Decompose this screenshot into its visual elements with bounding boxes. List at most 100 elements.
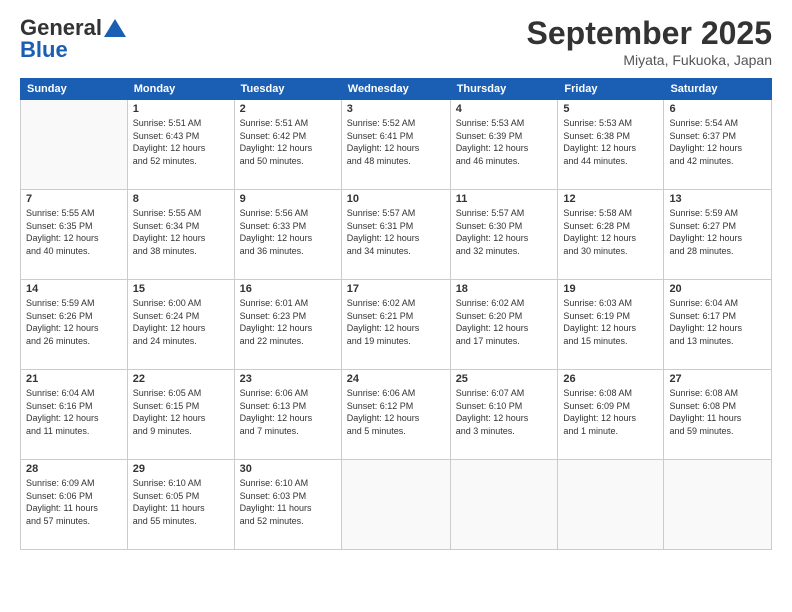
day-number: 9 <box>240 193 336 205</box>
table-cell: 7 Sunrise: 5:55 AM Sunset: 6:35 PM Daylig… <box>21 190 128 280</box>
day-info: Sunrise: 5:54 AM Sunset: 6:37 PM Dayligh… <box>669 117 766 167</box>
day-info: Sunrise: 5:59 AM Sunset: 6:26 PM Dayligh… <box>26 297 122 347</box>
day-info: Sunrise: 5:55 AM Sunset: 6:35 PM Dayligh… <box>26 207 122 257</box>
day-info: Sunrise: 5:51 AM Sunset: 6:42 PM Dayligh… <box>240 117 336 167</box>
table-cell: 19 Sunrise: 6:03 AM Sunset: 6:19 PM Dayli… <box>558 280 664 370</box>
table-cell: 26 Sunrise: 6:08 AM Sunset: 6:09 PM Dayli… <box>558 370 664 460</box>
day-number: 17 <box>347 283 445 295</box>
table-cell: 2 Sunrise: 5:51 AM Sunset: 6:42 PM Daylig… <box>234 100 341 190</box>
logo-icon <box>104 19 126 37</box>
title-area: September 2025 Miyata, Fukuoka, Japan <box>527 15 772 68</box>
day-info: Sunrise: 6:04 AM Sunset: 6:17 PM Dayligh… <box>669 297 766 347</box>
day-info: Sunrise: 6:00 AM Sunset: 6:24 PM Dayligh… <box>133 297 229 347</box>
day-number: 15 <box>133 283 229 295</box>
day-number: 1 <box>133 103 229 115</box>
day-info: Sunrise: 6:10 AM Sunset: 6:05 PM Dayligh… <box>133 477 229 527</box>
table-cell <box>341 460 450 550</box>
location: Miyata, Fukuoka, Japan <box>527 52 772 68</box>
table-cell: 15 Sunrise: 6:00 AM Sunset: 6:24 PM Dayli… <box>127 280 234 370</box>
day-number: 16 <box>240 283 336 295</box>
day-info: Sunrise: 6:03 AM Sunset: 6:19 PM Dayligh… <box>563 297 658 347</box>
day-info: Sunrise: 6:05 AM Sunset: 6:15 PM Dayligh… <box>133 387 229 437</box>
day-info: Sunrise: 5:58 AM Sunset: 6:28 PM Dayligh… <box>563 207 658 257</box>
day-info: Sunrise: 6:06 AM Sunset: 6:13 PM Dayligh… <box>240 387 336 437</box>
day-info: Sunrise: 6:07 AM Sunset: 6:10 PM Dayligh… <box>456 387 553 437</box>
table-cell: 1 Sunrise: 5:51 AM Sunset: 6:43 PM Daylig… <box>127 100 234 190</box>
day-number: 8 <box>133 193 229 205</box>
table-cell: 29 Sunrise: 6:10 AM Sunset: 6:05 PM Dayli… <box>127 460 234 550</box>
week-row-4: 28 Sunrise: 6:09 AM Sunset: 6:06 PM Dayli… <box>21 460 772 550</box>
header-thursday: Thursday <box>450 79 558 100</box>
week-row-0: 1 Sunrise: 5:51 AM Sunset: 6:43 PM Daylig… <box>21 100 772 190</box>
table-cell: 30 Sunrise: 6:10 AM Sunset: 6:03 PM Dayli… <box>234 460 341 550</box>
table-cell: 6 Sunrise: 5:54 AM Sunset: 6:37 PM Daylig… <box>664 100 772 190</box>
day-number: 30 <box>240 463 336 475</box>
calendar-table: Sunday Monday Tuesday Wednesday Thursday… <box>20 78 772 550</box>
day-info: Sunrise: 6:01 AM Sunset: 6:23 PM Dayligh… <box>240 297 336 347</box>
table-cell: 21 Sunrise: 6:04 AM Sunset: 6:16 PM Dayli… <box>21 370 128 460</box>
table-cell <box>664 460 772 550</box>
table-cell: 23 Sunrise: 6:06 AM Sunset: 6:13 PM Dayli… <box>234 370 341 460</box>
table-cell: 11 Sunrise: 5:57 AM Sunset: 6:30 PM Dayli… <box>450 190 558 280</box>
day-info: Sunrise: 6:09 AM Sunset: 6:06 PM Dayligh… <box>26 477 122 527</box>
day-number: 6 <box>669 103 766 115</box>
logo: General Blue <box>20 15 126 63</box>
day-info: Sunrise: 6:08 AM Sunset: 6:08 PM Dayligh… <box>669 387 766 437</box>
day-info: Sunrise: 6:10 AM Sunset: 6:03 PM Dayligh… <box>240 477 336 527</box>
day-number: 19 <box>563 283 658 295</box>
day-number: 5 <box>563 103 658 115</box>
day-number: 24 <box>347 373 445 385</box>
table-cell: 27Sunrise: 6:08 AM Sunset: 6:08 PM Dayli… <box>664 370 772 460</box>
day-number: 21 <box>26 373 122 385</box>
day-info: Sunrise: 5:53 AM Sunset: 6:38 PM Dayligh… <box>563 117 658 167</box>
day-info: Sunrise: 5:51 AM Sunset: 6:43 PM Dayligh… <box>133 117 229 167</box>
day-info: Sunrise: 5:57 AM Sunset: 6:31 PM Dayligh… <box>347 207 445 257</box>
day-number: 28 <box>26 463 122 475</box>
table-cell: 3Sunrise: 5:52 AM Sunset: 6:41 PM Daylig… <box>341 100 450 190</box>
table-cell: 24 Sunrise: 6:06 AM Sunset: 6:12 PM Dayli… <box>341 370 450 460</box>
table-cell: 14 Sunrise: 5:59 AM Sunset: 6:26 PM Dayli… <box>21 280 128 370</box>
table-cell: 5 Sunrise: 5:53 AM Sunset: 6:38 PM Daylig… <box>558 100 664 190</box>
table-cell: 8 Sunrise: 5:55 AM Sunset: 6:34 PM Daylig… <box>127 190 234 280</box>
day-info: Sunrise: 5:55 AM Sunset: 6:34 PM Dayligh… <box>133 207 229 257</box>
table-cell <box>558 460 664 550</box>
day-number: 25 <box>456 373 553 385</box>
day-info: Sunrise: 6:08 AM Sunset: 6:09 PM Dayligh… <box>563 387 658 437</box>
day-number: 23 <box>240 373 336 385</box>
day-info: Sunrise: 6:06 AM Sunset: 6:12 PM Dayligh… <box>347 387 445 437</box>
day-number: 2 <box>240 103 336 115</box>
day-number: 3 <box>347 103 445 115</box>
logo-blue: Blue <box>20 37 68 63</box>
header-monday: Monday <box>127 79 234 100</box>
day-number: 11 <box>456 193 553 205</box>
day-info: Sunrise: 6:02 AM Sunset: 6:21 PM Dayligh… <box>347 297 445 347</box>
table-cell: 12 Sunrise: 5:58 AM Sunset: 6:28 PM Dayli… <box>558 190 664 280</box>
calendar-page: General Blue September 2025 Miyata, Fuku… <box>0 0 792 612</box>
table-cell: 16 Sunrise: 6:01 AM Sunset: 6:23 PM Dayli… <box>234 280 341 370</box>
day-number: 14 <box>26 283 122 295</box>
day-number: 29 <box>133 463 229 475</box>
week-row-3: 21 Sunrise: 6:04 AM Sunset: 6:16 PM Dayli… <box>21 370 772 460</box>
table-cell <box>450 460 558 550</box>
table-cell: 20 Sunrise: 6:04 AM Sunset: 6:17 PM Dayli… <box>664 280 772 370</box>
table-cell: 9Sunrise: 5:56 AM Sunset: 6:33 PM Daylig… <box>234 190 341 280</box>
table-cell: 13Sunrise: 5:59 AM Sunset: 6:27 PM Dayli… <box>664 190 772 280</box>
table-cell: 10 Sunrise: 5:57 AM Sunset: 6:31 PM Dayli… <box>341 190 450 280</box>
header-tuesday: Tuesday <box>234 79 341 100</box>
day-number: 18 <box>456 283 553 295</box>
table-cell: 4Sunrise: 5:53 AM Sunset: 6:39 PM Daylig… <box>450 100 558 190</box>
header-wednesday: Wednesday <box>341 79 450 100</box>
day-info: Sunrise: 6:02 AM Sunset: 6:20 PM Dayligh… <box>456 297 553 347</box>
weekday-header-row: Sunday Monday Tuesday Wednesday Thursday… <box>21 79 772 100</box>
day-info: Sunrise: 6:04 AM Sunset: 6:16 PM Dayligh… <box>26 387 122 437</box>
day-number: 10 <box>347 193 445 205</box>
day-number: 26 <box>563 373 658 385</box>
week-row-2: 14 Sunrise: 5:59 AM Sunset: 6:26 PM Dayli… <box>21 280 772 370</box>
day-info: Sunrise: 5:57 AM Sunset: 6:30 PM Dayligh… <box>456 207 553 257</box>
week-row-1: 7 Sunrise: 5:55 AM Sunset: 6:35 PM Daylig… <box>21 190 772 280</box>
day-number: 20 <box>669 283 766 295</box>
day-number: 7 <box>26 193 122 205</box>
day-number: 4 <box>456 103 553 115</box>
header-friday: Friday <box>558 79 664 100</box>
day-number: 12 <box>563 193 658 205</box>
